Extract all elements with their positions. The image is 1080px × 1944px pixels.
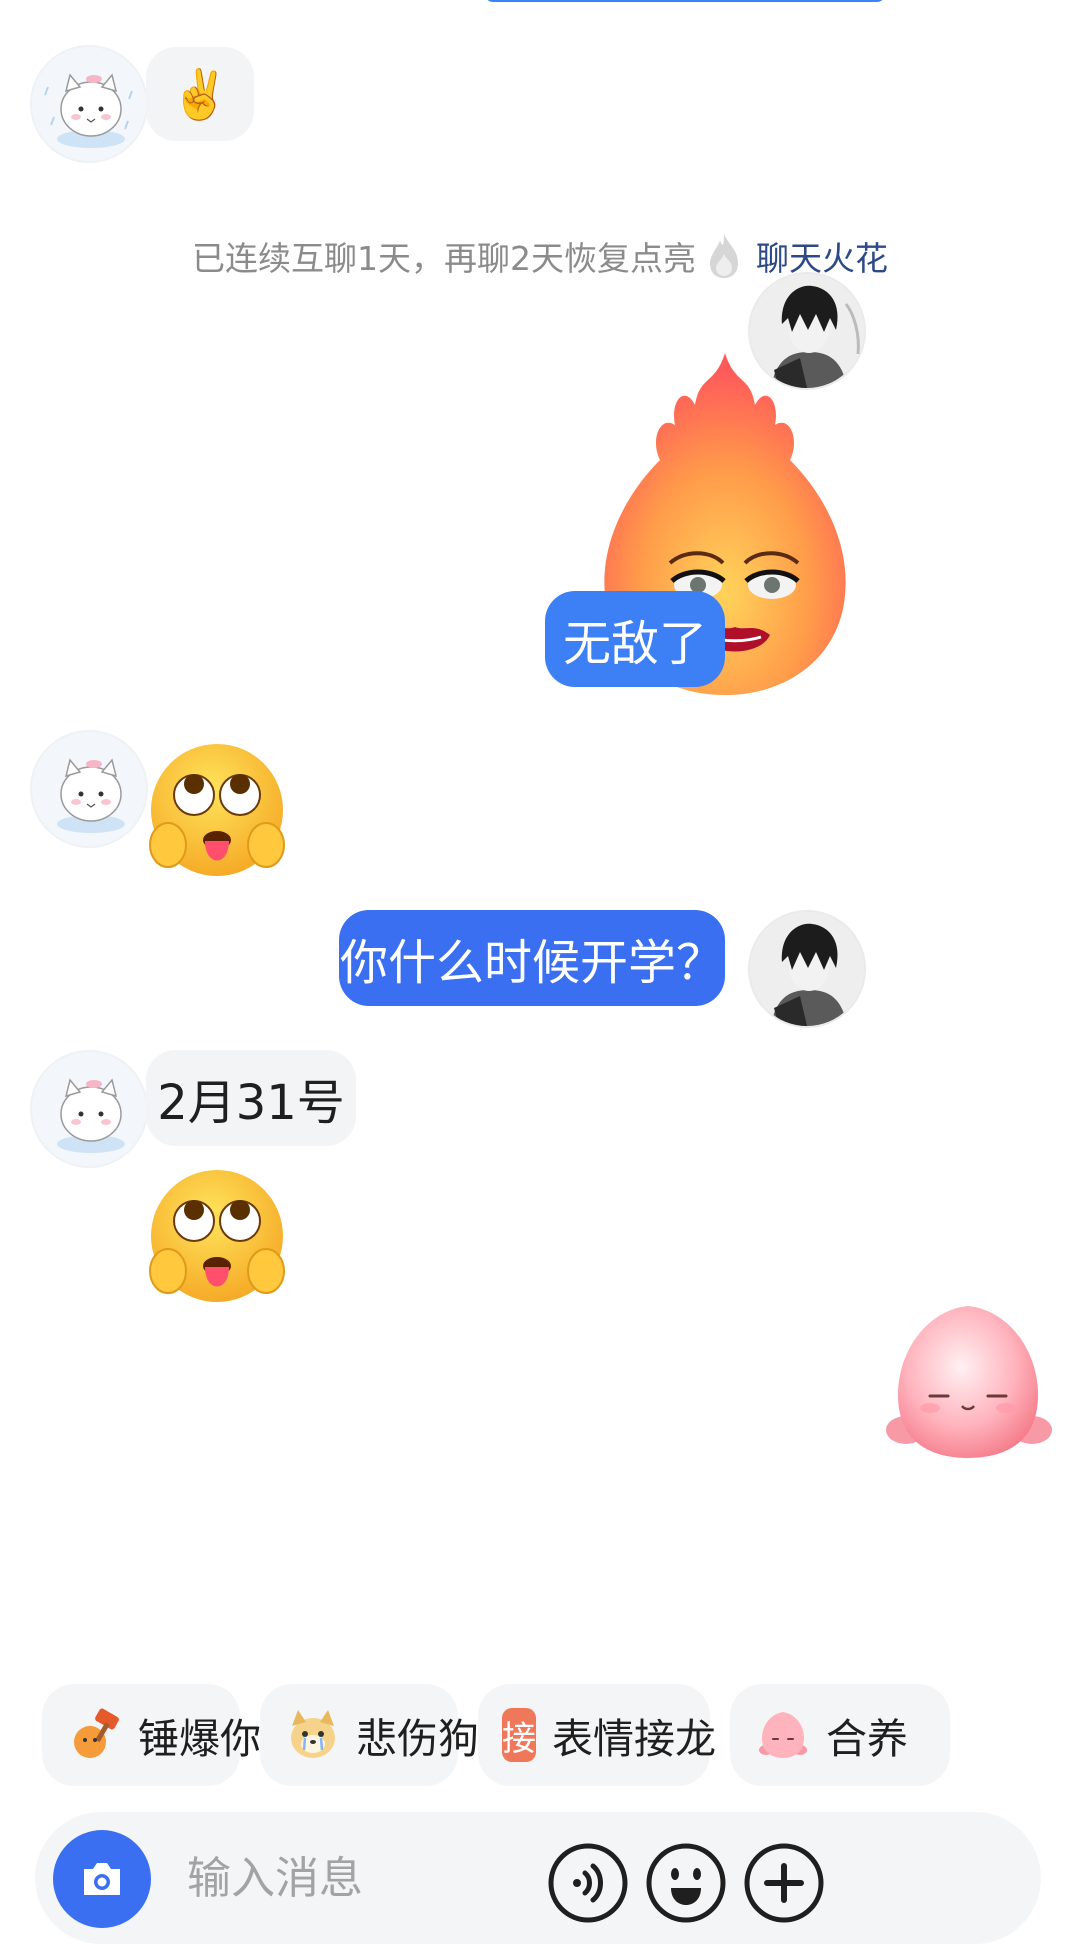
chip-label: 表情接龙 [552,1715,716,1763]
cat-avatar-icon [57,1078,125,1153]
anime-boy-avatar-icon [750,912,864,1026]
chip-co-raise[interactable]: 合养 [730,1684,950,1786]
camera-button[interactable] [53,1830,151,1928]
chip-hammer[interactable]: 锤爆你 [42,1684,261,1786]
my-message-text: 无敌了 [562,616,707,672]
peach-pet-floating-icon[interactable] [868,1300,1068,1470]
emoji-picker-icon[interactable] [645,1842,727,1924]
peer-avatar[interactable] [30,730,148,848]
camera-icon [84,1863,120,1895]
chip-label: 锤爆你 [138,1715,261,1763]
quick-reply-chips: 锤爆你 悲伤狗 接 表情接龙 合养 [42,1684,1080,1786]
chip-label: 悲伤狗 [356,1715,479,1763]
message-input-bar [35,1812,1041,1944]
my-avatar[interactable] [748,910,866,1028]
peer-avatar[interactable] [30,45,148,163]
victory-hand-emoji: ✌️ [170,66,230,123]
peer-emoji-bubble[interactable]: ✌️ [146,47,254,141]
my-message-text: 你什么时候开学？ [339,935,724,991]
tongue-out-emoji[interactable] [142,737,292,887]
cat-avatar-icon [57,758,125,833]
chip-emoji-relay[interactable]: 接 表情接龙 [478,1684,716,1786]
peer-message-bubble[interactable]: 2月31号 [146,1050,356,1146]
peer-message-text: 2月31号 [157,1075,345,1131]
tongue-out-emoji[interactable] [142,1163,292,1313]
chip-sad-dog[interactable]: 悲伤狗 [260,1684,479,1786]
jie-badge-icon: 接 [502,1708,536,1762]
peer-avatar[interactable] [30,1050,148,1168]
sad-dog-icon [291,1710,335,1758]
grey-flame-icon [710,234,738,278]
cat-avatar-icon [44,73,133,148]
chat-spark-notice: 已连续互聊1天，再聊2天恢复点亮 聊天火花 [0,232,1080,280]
my-message-bubble[interactable]: 无敌了 [545,591,725,687]
peach-pet-icon [759,1712,807,1758]
voice-icon[interactable] [547,1842,629,1924]
streak-notice-text: 已连续互聊1天，再聊2天恢复点亮 [192,239,696,278]
my-message-bubble[interactable]: 你什么时候开学？ [339,910,725,1006]
previous-message-bubble-edge [485,0,885,2]
chip-label: 合养 [826,1715,908,1763]
plus-more-icon[interactable] [743,1842,825,1924]
hammer-sticker-icon [74,1708,119,1758]
chat-spark-link[interactable]: 聊天火花 [756,232,888,280]
